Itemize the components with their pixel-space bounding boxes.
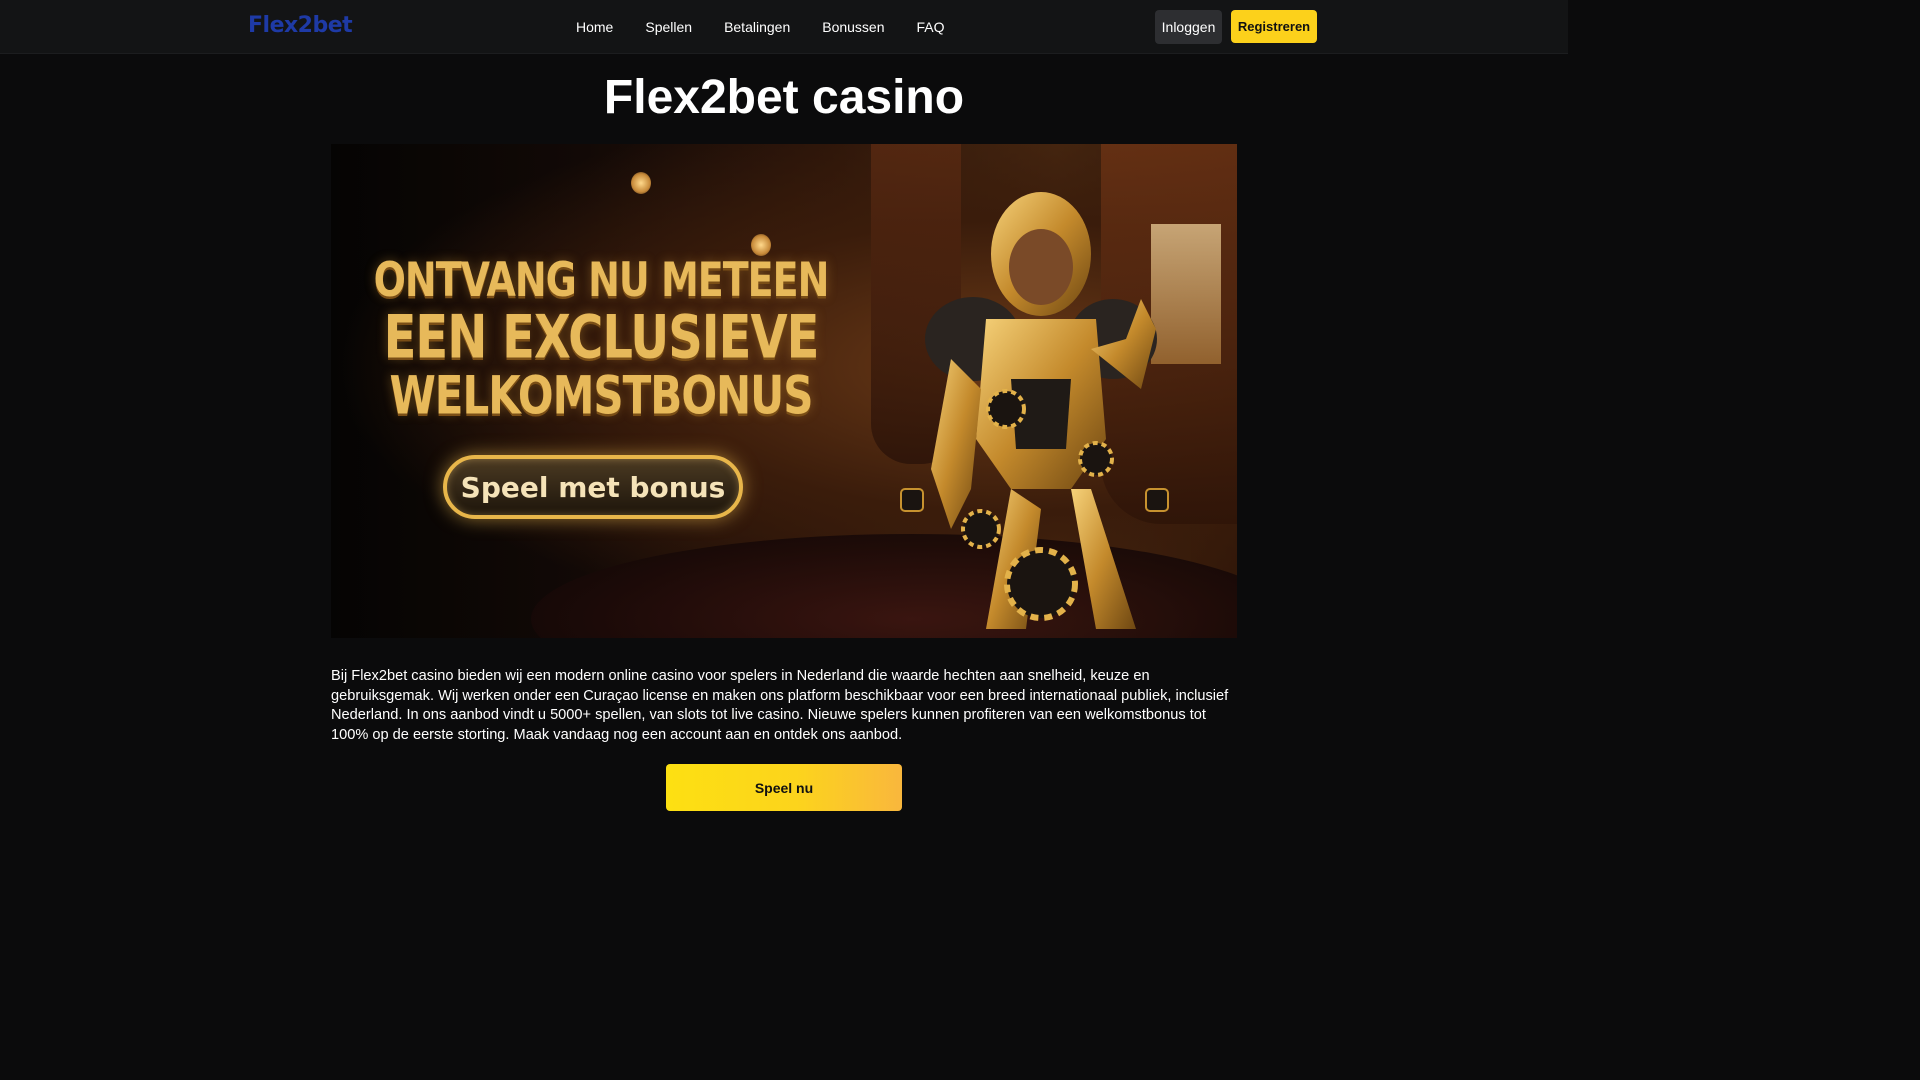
banner-headline: ONTVANG NU METEEN EEN EXCLUSIEVE WELKOMS…: [371, 252, 831, 427]
headline-line-1: ONTVANG NU METEEN: [373, 252, 830, 308]
nav-spellen[interactable]: Spellen: [629, 19, 708, 35]
nav-bonussen[interactable]: Bonussen: [806, 19, 900, 35]
site-header: Flex2bet Home Spellen Betalingen Bonusse…: [0, 0, 1568, 54]
site-logo[interactable]: Flex2bet: [248, 13, 353, 38]
wall-lamp-image: [631, 172, 651, 194]
play-now-button[interactable]: Speel nu: [666, 764, 902, 811]
login-button[interactable]: Inloggen: [1155, 10, 1222, 44]
nav-betalingen[interactable]: Betalingen: [708, 19, 806, 35]
promo-banner[interactable]: ONTVANG NU METEEN EEN EXCLUSIEVE WELKOMS…: [331, 144, 1237, 638]
page-title: Flex2bet casino: [603, 71, 965, 124]
nav-home[interactable]: Home: [560, 19, 629, 35]
headline-line-3: WELKOMSTBONUS: [389, 365, 813, 427]
nav-faq[interactable]: FAQ: [901, 19, 961, 35]
register-button[interactable]: Registreren: [1231, 10, 1317, 43]
bonus-cta-button[interactable]: Speel met bonus: [443, 455, 743, 519]
main-nav: Home Spellen Betalingen Bonussen FAQ: [560, 0, 961, 53]
headline-line-2: EEN EXCLUSIEVE: [383, 302, 820, 373]
intro-paragraph: Bij Flex2bet casino bieden wij een moder…: [331, 668, 1229, 743]
armored-astronaut-image: [900, 192, 1169, 629]
